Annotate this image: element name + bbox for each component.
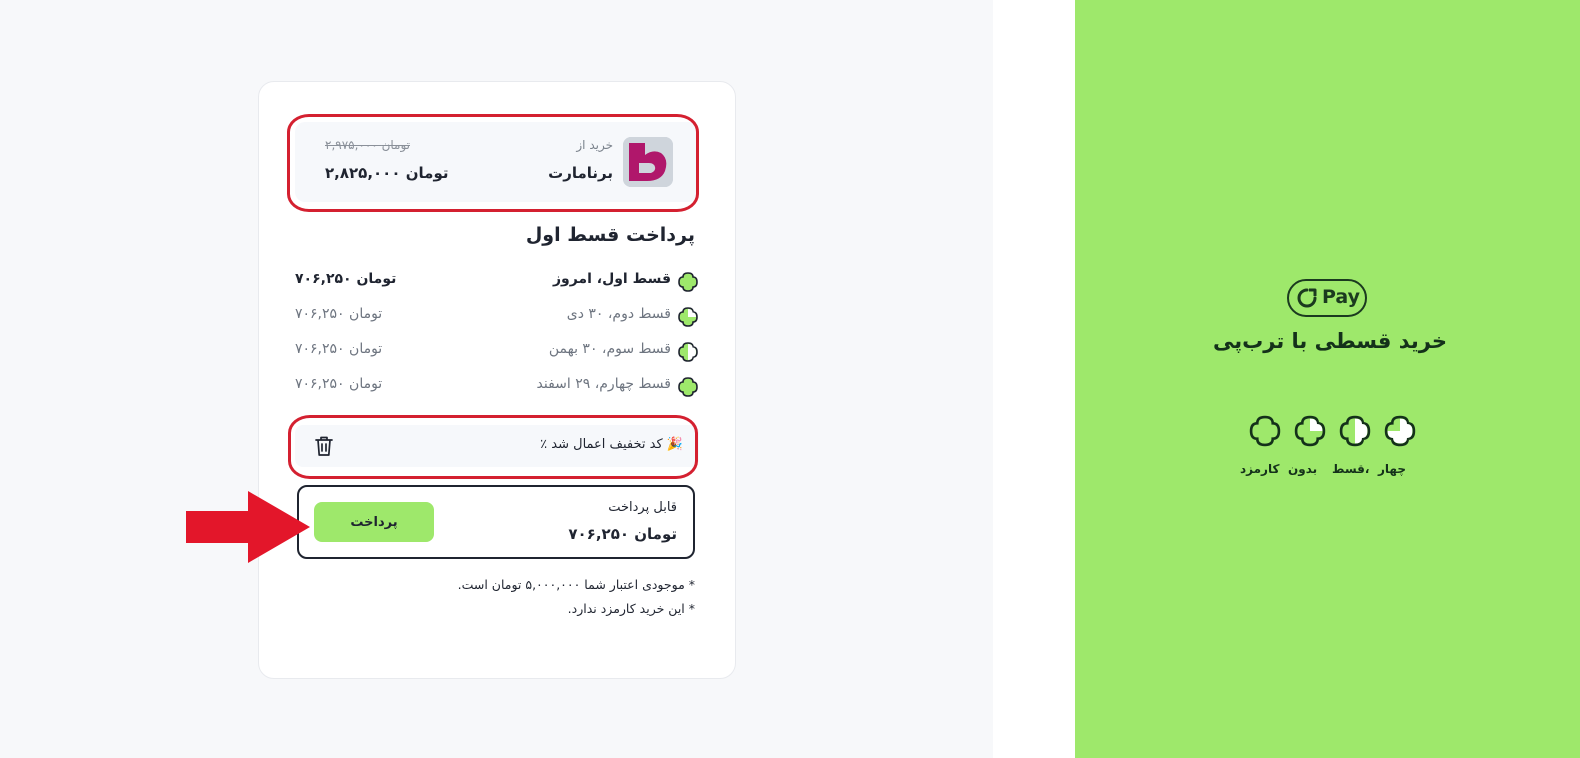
clover-half-icon: [1339, 415, 1371, 447]
feature-word: بدون: [1288, 462, 1318, 476]
installment-label: قسط چهارم، ۲۹ اسفند: [536, 376, 671, 392]
merchant-logo-icon: [623, 137, 673, 187]
installments-title: پرداخت قسط اول: [525, 224, 695, 246]
torobpay-logo: Pay: [1287, 279, 1367, 317]
installment-row-3: قسط سوم، ۳۰ بهمن ۷۰۶,۲۵۰ تومان: [295, 339, 699, 365]
installment-amount: ۷۰۶,۲۵۰ تومان: [295, 376, 383, 392]
feature-icons: [1248, 414, 1418, 448]
merchant-name: برنامارت: [548, 164, 613, 182]
fee-note: * این خرید کارمزد ندارد.: [567, 601, 695, 616]
installment-row-1: قسط اول، امروز ۷۰۶,۲۵۰ تومان: [295, 269, 699, 295]
discount-applied-box: ٪ کد تخفیف اعمال شد 🎉: [295, 425, 699, 467]
clover-half-icon: [678, 342, 698, 362]
installment-label: قسط دوم، ۳۰ دی: [566, 306, 671, 322]
clover-quarter-icon: [1294, 415, 1326, 447]
installment-label: قسط سوم، ۳۰ بهمن: [548, 341, 671, 357]
payment-box: قابل پرداخت ۷۰۶,۲۵۰ تومان پرداخت: [297, 485, 695, 559]
merchant-from-label: خرید از: [576, 138, 613, 152]
credit-note: * موجودی اعتبار شما ۵,۰۰۰,۰۰۰ تومان است.: [457, 577, 695, 592]
installment-row-4: قسط چهارم، ۲۹ اسفند ۷۰۶,۲۵۰ تومان: [295, 374, 699, 400]
installment-label: قسط اول، امروز: [552, 271, 671, 287]
feature-words: چهار قسط، بدون کارمزد: [1240, 462, 1420, 478]
old-price: ۲,۹۷۵,۰۰۰ تومان: [325, 138, 410, 152]
merchant-summary: خرید از برنامارت ۲,۹۷۵,۰۰۰ تومان ۲,۸۲۵,۰…: [295, 122, 699, 202]
clover-outline-icon: [1249, 415, 1281, 447]
pay-button[interactable]: پرداخت: [314, 502, 434, 542]
divider-strip: [993, 0, 1075, 758]
feature-word: کارمزد: [1240, 462, 1280, 476]
pay-ring-icon: [1297, 288, 1317, 308]
feature-word: قسط،: [1332, 462, 1370, 476]
installment-amount: ۷۰۶,۲۵۰ تومان: [295, 271, 397, 287]
clover-full-icon: [678, 272, 698, 292]
trash-icon[interactable]: [313, 434, 335, 458]
installment-amount: ۷۰۶,۲۵۰ تومان: [295, 306, 383, 322]
clover-quarter-icon: [678, 307, 698, 327]
installment-row-2: قسط دوم، ۳۰ دی ۷۰۶,۲۵۰ تومان: [295, 304, 699, 330]
annotation-arrow-icon: [186, 491, 310, 563]
payable-label: قابل پرداخت: [608, 500, 677, 515]
installment-amount: ۷۰۶,۲۵۰ تومان: [295, 341, 383, 357]
torobpay-promo-panel: [1075, 0, 1580, 758]
checkout-card: خرید از برنامارت ۲,۹۷۵,۰۰۰ تومان ۲,۸۲۵,۰…: [258, 81, 736, 679]
discount-status: ٪ کد تخفیف اعمال شد 🎉: [540, 437, 683, 452]
payable-amount: ۷۰۶,۲۵۰ تومان: [568, 525, 677, 543]
clover-threequarter-icon: [678, 377, 698, 397]
promo-title: خرید قسطی با ترب‌پی: [1213, 329, 1447, 353]
new-price: ۲,۸۲۵,۰۰۰ تومان: [325, 164, 449, 182]
feature-word: چهار: [1378, 462, 1406, 476]
clover-threequarter-icon: [1384, 415, 1416, 447]
pay-logo-text: Pay: [1322, 286, 1361, 308]
